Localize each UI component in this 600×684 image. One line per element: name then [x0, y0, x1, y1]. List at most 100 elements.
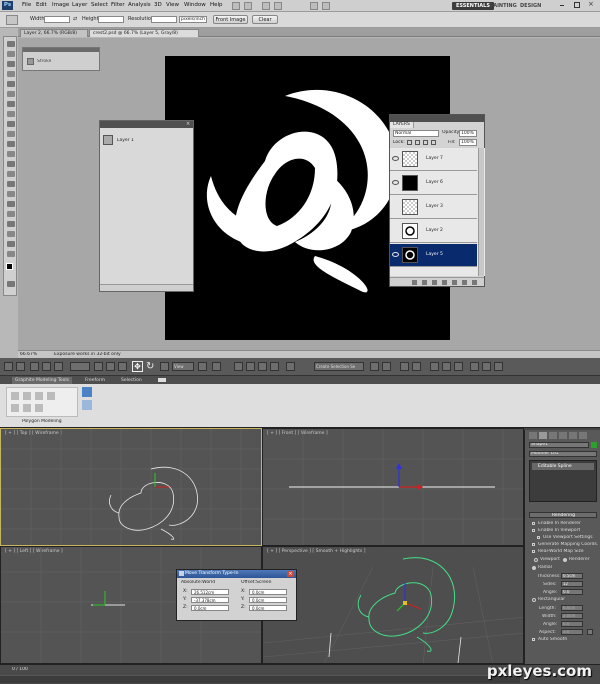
layer-style-icon[interactable]: [422, 280, 427, 285]
floating-panel-item[interactable]: Layer 1: [117, 138, 134, 143]
thickness-spinner[interactable]: 0.5cm: [561, 573, 583, 579]
motion-tab-icon[interactable]: [559, 432, 567, 439]
layers-panel-header[interactable]: [390, 115, 484, 122]
absolute-x-spinner[interactable]: 26.512cm: [191, 589, 229, 595]
check-generate-mapping[interactable]: [532, 543, 535, 546]
lock-all-icon[interactable]: [431, 140, 436, 145]
poly-tool-icon[interactable]: [11, 392, 19, 400]
radio-radial[interactable]: [532, 566, 536, 570]
swap-icon[interactable]: ⇄: [73, 16, 77, 22]
delete-layer-icon[interactable]: [472, 280, 477, 285]
aspect-spinner[interactable]: 3.0: [561, 629, 583, 635]
new-layer-icon[interactable]: [462, 280, 467, 285]
scale-icon[interactable]: [160, 362, 169, 371]
collapsed-panel[interactable]: Stroke: [22, 47, 100, 71]
menu-help[interactable]: Help: [210, 2, 223, 8]
sides-spinner[interactable]: 12: [561, 581, 583, 587]
visibility-eye-icon[interactable]: [392, 180, 399, 185]
minimize-icon[interactable]: [560, 3, 564, 6]
lasso-tool-icon[interactable]: [7, 61, 15, 67]
doc-tab-1[interactable]: Layer 2, 66.7% (RGB/8): [20, 29, 88, 37]
close-icon[interactable]: ×: [588, 0, 594, 8]
layer-mask-icon[interactable]: [432, 280, 437, 285]
material-editor-icon[interactable]: [454, 362, 463, 371]
offset-x-spinner[interactable]: 0.0cm: [249, 589, 287, 595]
fill-input[interactable]: 100%: [459, 139, 477, 146]
viewport-perspective[interactable]: [ + ] [ Perspective ] [ Smooth + Highlig…: [262, 546, 524, 664]
absolute-y-spinner[interactable]: -37.378cm: [191, 597, 229, 603]
modify-tab-icon[interactable]: [539, 432, 547, 439]
dialog-close-icon[interactable]: ×: [287, 571, 294, 577]
viewport-top[interactable]: [ + ] [ Top ] [ Wireframe ]: [0, 428, 262, 546]
menu-file[interactable]: File: [22, 2, 31, 8]
object-color-swatch[interactable]: [591, 442, 597, 448]
layers-tab[interactable]: LAYERS: [390, 122, 414, 128]
edit-named-selection-icon[interactable]: [286, 362, 295, 371]
aspect-lock-icon[interactable]: [587, 629, 593, 635]
bind-space-warp-icon[interactable]: [54, 362, 63, 371]
menu-view[interactable]: View: [166, 2, 179, 8]
viewport-front[interactable]: [ + ] [ Front ] [ Wireframe ]: [262, 428, 524, 546]
render-production-icon[interactable]: [494, 362, 503, 371]
visibility-eye-icon[interactable]: [392, 228, 399, 233]
radio-viewport[interactable]: [534, 558, 538, 562]
eraser-tool-icon[interactable]: [7, 141, 15, 147]
reference-coordinate-select[interactable]: View: [172, 362, 194, 371]
lock-position-icon[interactable]: [423, 140, 428, 145]
rendered-frame-icon[interactable]: [482, 362, 491, 371]
arrange-documents-icon[interactable]: [310, 2, 318, 10]
create-tab-icon[interactable]: [529, 432, 537, 439]
link-icon[interactable]: [30, 362, 39, 371]
undo-icon[interactable]: [4, 362, 13, 371]
check-enable-viewport[interactable]: [532, 529, 535, 532]
modifier-list-select[interactable]: Modifier List: [529, 451, 597, 457]
ribbon-tab-freeform[interactable]: Freeform: [82, 377, 108, 384]
select-by-name-icon[interactable]: [106, 362, 115, 371]
link-layers-icon[interactable]: [412, 280, 417, 285]
zoom-level[interactable]: 66.67%: [20, 352, 37, 357]
screen-mode-icon[interactable]: [322, 2, 330, 10]
move-icon[interactable]: ✥: [132, 361, 143, 372]
layer-row-3[interactable]: Layer 3: [390, 196, 477, 219]
clear-button[interactable]: Clear: [252, 15, 278, 24]
named-selection-set-select[interactable]: Create Selection Se: [314, 362, 364, 371]
layer-row-6[interactable]: Layer 6: [390, 172, 477, 195]
maximize-icon[interactable]: [574, 2, 580, 8]
move-tool-icon[interactable]: [7, 41, 15, 47]
shape-tool-icon[interactable]: [7, 211, 15, 217]
menu-layer[interactable]: Layer: [72, 2, 87, 8]
layer-row-7[interactable]: Layer 7: [390, 148, 477, 171]
radio-renderer[interactable]: [563, 558, 567, 562]
height-input[interactable]: [98, 16, 124, 23]
eyedropper-tool-icon[interactable]: [7, 91, 15, 97]
render-setup-icon[interactable]: [470, 362, 479, 371]
select-and-manipulate-icon[interactable]: [212, 362, 221, 371]
check-enable-renderer[interactable]: [532, 522, 535, 525]
ribbon-group-label[interactable]: Polygon Modeling: [22, 419, 62, 424]
launch-bridge-icon[interactable]: [232, 2, 240, 10]
zoom-tool-side-icon[interactable]: [7, 251, 15, 257]
rect-angle-spinner[interactable]: 0.0: [561, 621, 583, 627]
path-select-tool-icon[interactable]: [7, 201, 15, 207]
foreground-color-swatch[interactable]: [6, 263, 13, 270]
selection-mode-icon[interactable]: [82, 387, 92, 397]
move-transform-title[interactable]: Move Transform Type-In: [177, 570, 296, 578]
track-bar[interactable]: [0, 675, 520, 683]
select-object-icon[interactable]: [94, 362, 103, 371]
unlink-icon[interactable]: [42, 362, 51, 371]
marquee-tool-icon[interactable]: [7, 51, 15, 57]
check-use-viewport-settings[interactable]: [537, 536, 540, 539]
resolution-unit-select[interactable]: pixels/inch: [179, 16, 207, 23]
rendering-rollout-header[interactable]: Rendering: [529, 512, 597, 518]
workspace-design[interactable]: DESIGN: [516, 2, 545, 10]
poly-tool-icon[interactable]: [23, 392, 31, 400]
ribbon-tab-graphite[interactable]: Graphite Modeling Tools: [12, 377, 73, 384]
length-spinner[interactable]: 6.0cm: [561, 605, 583, 611]
ribbon-minimize-icon[interactable]: [158, 378, 166, 382]
floating-panel-header[interactable]: [100, 121, 193, 128]
resolution-input[interactable]: [151, 16, 177, 23]
panel-close-icon[interactable]: ×: [186, 121, 190, 127]
move-transform-dialog[interactable]: Move Transform Type-In × Absolute:World …: [176, 569, 297, 621]
floating-panel[interactable]: × Layer 1: [99, 120, 194, 292]
menu-image[interactable]: Image: [52, 2, 69, 8]
